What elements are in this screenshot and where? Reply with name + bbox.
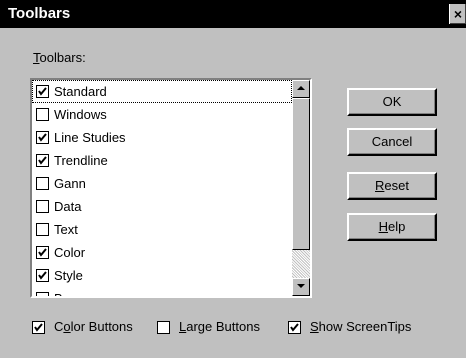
check-icon bbox=[38, 87, 47, 96]
list-item[interactable]: Color bbox=[32, 241, 292, 264]
scroll-down-button[interactable] bbox=[292, 278, 310, 296]
toolbar-label: Color bbox=[54, 245, 86, 260]
toolbar-checkbox[interactable] bbox=[36, 154, 49, 167]
help-button[interactable]: Help bbox=[347, 213, 437, 241]
cancel-button[interactable]: Cancel bbox=[347, 128, 437, 156]
show-screentips-checkbox[interactable] bbox=[288, 321, 301, 334]
large-buttons-checkbox[interactable] bbox=[157, 321, 170, 334]
toolbar-checkbox[interactable] bbox=[36, 177, 49, 190]
toolbars-listbox[interactable]: Standard Windows Line Studies Trendline Gann… bbox=[30, 78, 312, 298]
check-icon bbox=[290, 323, 299, 332]
vertical-scrollbar[interactable] bbox=[292, 80, 310, 296]
check-icon bbox=[38, 248, 47, 257]
window-title: Toolbars bbox=[8, 5, 71, 22]
list-item[interactable]: Standard bbox=[32, 80, 292, 103]
toolbars-list: Standard Windows Line Studies Trendline Gann… bbox=[32, 80, 292, 296]
toolbar-checkbox[interactable] bbox=[36, 269, 49, 282]
toolbar-label: Gann bbox=[54, 176, 86, 191]
list-item[interactable]: Data bbox=[32, 195, 292, 218]
toolbar-label: Style bbox=[54, 268, 83, 283]
toolbar-checkbox[interactable] bbox=[36, 108, 49, 121]
scroll-thumb[interactable] bbox=[292, 98, 310, 250]
toolbar-checkbox[interactable] bbox=[36, 292, 49, 296]
close-icon: × bbox=[453, 6, 463, 22]
toolbar-label: Bar... bbox=[54, 291, 84, 296]
color-buttons-label: Color Buttons bbox=[54, 319, 133, 334]
list-item[interactable]: Trendline bbox=[32, 149, 292, 172]
toolbar-checkbox[interactable] bbox=[36, 85, 49, 98]
toolbar-label: Windows bbox=[54, 107, 107, 122]
toolbar-checkbox[interactable] bbox=[36, 131, 49, 144]
title-bar: Toolbars × bbox=[0, 0, 466, 28]
toolbar-label: Line Studies bbox=[54, 130, 126, 145]
list-item[interactable]: Text bbox=[32, 218, 292, 241]
toolbar-label: Data bbox=[54, 199, 82, 214]
scroll-track[interactable] bbox=[292, 98, 310, 278]
ok-button[interactable]: OK bbox=[347, 88, 437, 116]
toolbar-checkbox[interactable] bbox=[36, 200, 49, 213]
check-icon bbox=[38, 271, 47, 280]
toolbar-label: Trendline bbox=[54, 153, 108, 168]
reset-button[interactable]: Reset bbox=[347, 172, 437, 200]
list-item[interactable]: Bar... bbox=[32, 287, 292, 296]
toolbar-label: Text bbox=[54, 222, 78, 237]
arrow-down-icon bbox=[297, 284, 305, 288]
toolbar-checkbox[interactable] bbox=[36, 246, 49, 259]
toolbar-checkbox[interactable] bbox=[36, 223, 49, 236]
toolbars-label: Toolbars: bbox=[33, 50, 86, 65]
scroll-up-button[interactable] bbox=[292, 80, 310, 98]
check-icon bbox=[34, 323, 43, 332]
check-icon bbox=[38, 156, 47, 165]
list-item[interactable]: Gann bbox=[32, 172, 292, 195]
show-screentips-label: Show ScreenTips bbox=[310, 319, 412, 334]
list-item[interactable]: Windows bbox=[32, 103, 292, 126]
list-item[interactable]: Style bbox=[32, 264, 292, 287]
check-icon bbox=[38, 133, 47, 142]
list-item[interactable]: Line Studies bbox=[32, 126, 292, 149]
close-button[interactable]: × bbox=[449, 4, 466, 24]
color-buttons-checkbox[interactable] bbox=[32, 321, 45, 334]
arrow-up-icon bbox=[297, 86, 305, 90]
toolbar-label: Standard bbox=[54, 84, 107, 99]
large-buttons-label: Large Buttons bbox=[179, 319, 260, 334]
